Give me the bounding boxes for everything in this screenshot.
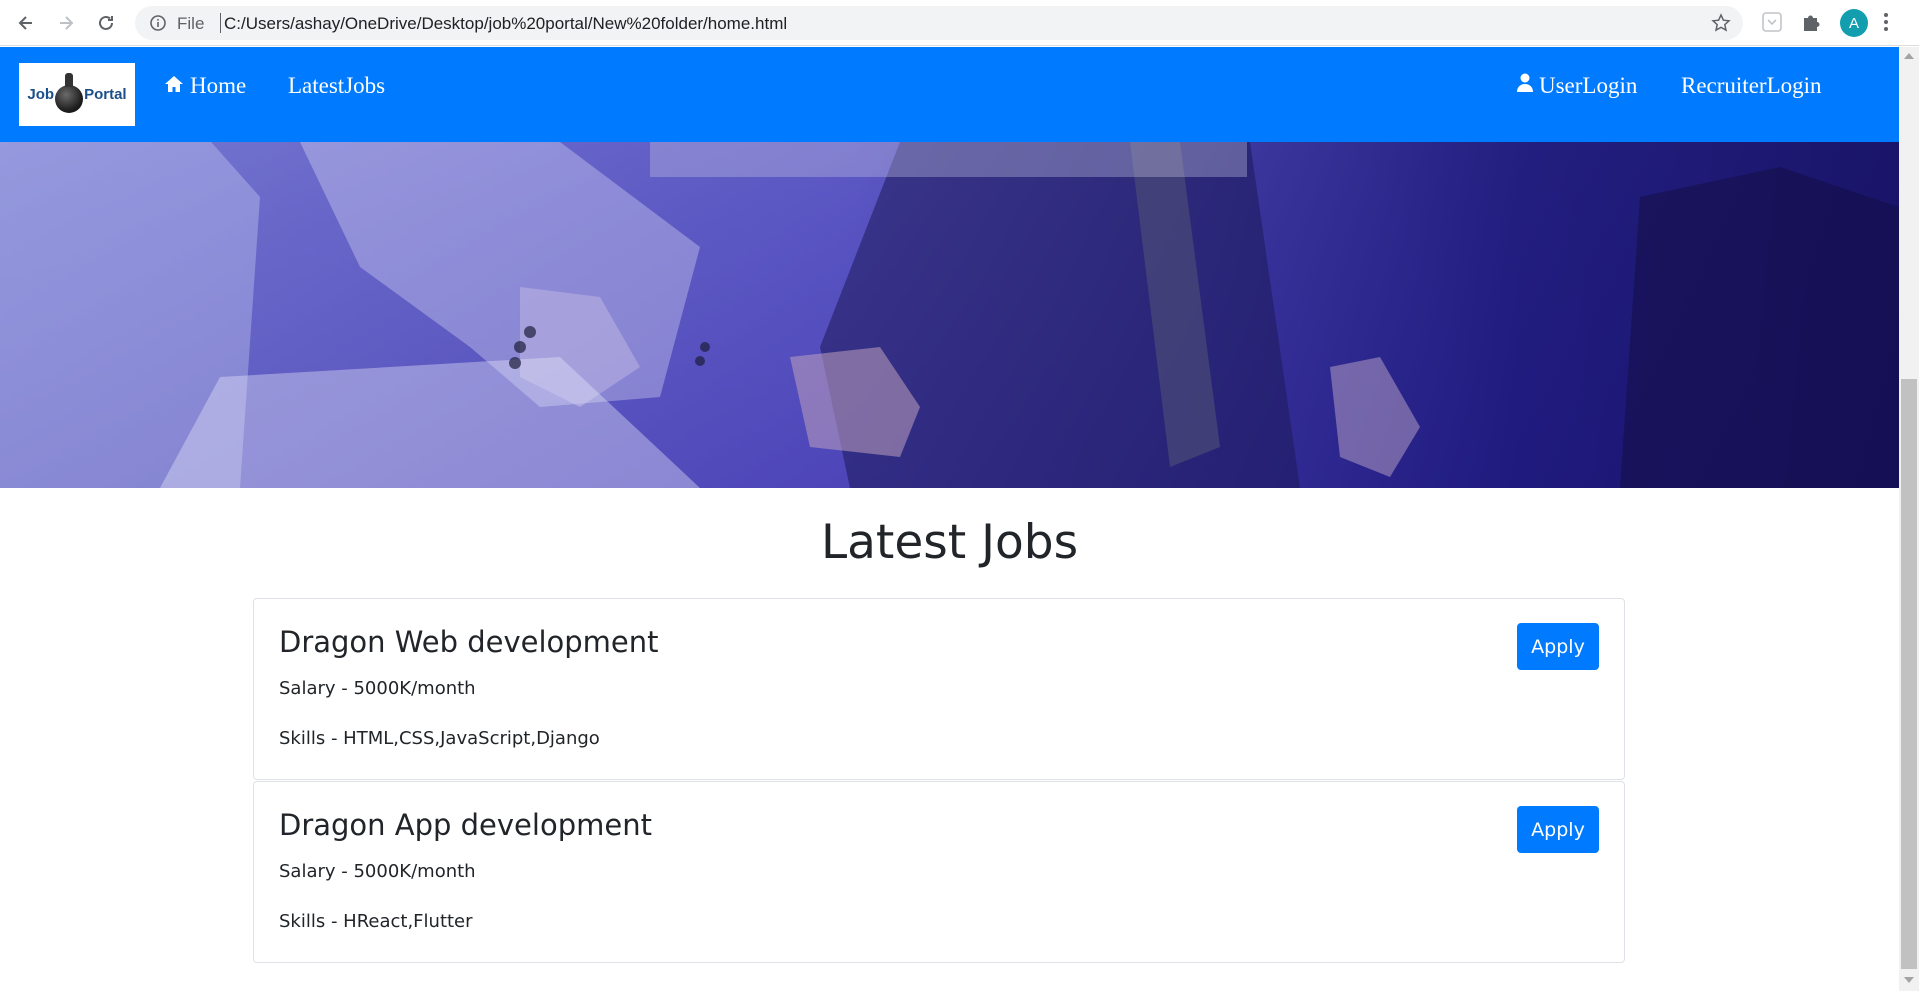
- scroll-up-arrow-icon[interactable]: [1904, 53, 1914, 59]
- url-separator: [220, 13, 221, 33]
- brand-word-job: Job: [27, 86, 55, 103]
- info-icon[interactable]: [149, 14, 167, 37]
- pocket-extension-icon[interactable]: [1762, 11, 1782, 38]
- nav-link-latestjobs[interactable]: LatestJobs: [288, 73, 385, 99]
- extensions-puzzle-icon[interactable]: [1800, 11, 1822, 38]
- page-viewport: Job Portal Home LatestJobs UserLogin Rec…: [0, 47, 1899, 991]
- top-navbar: Job Portal Home LatestJobs UserLogin Rec…: [0, 47, 1899, 142]
- vertical-scroll-thumb[interactable]: [1901, 379, 1917, 969]
- nav-link-label: Home: [190, 73, 247, 98]
- url-text[interactable]: C:/Users/ashay/OneDrive/Desktop/job%20po…: [224, 14, 787, 34]
- address-bar[interactable]: File C:/Users/ashay/OneDrive/Desktop/job…: [135, 6, 1743, 40]
- job-title: Dragon Web development: [279, 625, 659, 659]
- nav-link-label: RecruiterLogin: [1681, 73, 1822, 98]
- job-skills: Skills - HTML,CSS,JavaScript,Django: [279, 728, 600, 749]
- job-skills: Skills - HReact,Flutter: [279, 911, 473, 932]
- job-card: Dragon Web development Salary - 5000K/mo…: [253, 598, 1625, 780]
- browser-menu-icon[interactable]: [1882, 11, 1890, 33]
- nav-link-userlogin[interactable]: UserLogin: [1517, 73, 1637, 99]
- nav-link-home[interactable]: Home: [164, 73, 246, 99]
- browser-toolbar: File C:/Users/ashay/OneDrive/Desktop/job…: [0, 0, 1919, 46]
- job-portal-logo[interactable]: Job Portal: [19, 63, 135, 126]
- job-salary: Salary - 5000K/month: [279, 861, 476, 882]
- latest-jobs-heading: Latest Jobs: [820, 515, 1079, 570]
- apply-button[interactable]: Apply: [1517, 623, 1599, 670]
- nav-link-label: LatestJobs: [288, 73, 386, 98]
- forward-icon[interactable]: [53, 10, 79, 36]
- globe-icon: [55, 72, 84, 113]
- job-title: Dragon App development: [279, 808, 652, 842]
- brand-word-portal: Portal: [84, 86, 127, 103]
- nav-link-recruiterlogin[interactable]: RecruiterLogin: [1681, 73, 1822, 99]
- back-icon[interactable]: [13, 10, 39, 36]
- bookmark-star-icon[interactable]: [1711, 13, 1731, 38]
- nav-link-label: UserLogin: [1539, 73, 1638, 98]
- hero-overlay-panel: [650, 142, 1247, 177]
- home-icon: [164, 73, 184, 99]
- reload-icon[interactable]: [93, 10, 119, 36]
- brand-text: Job Portal: [27, 72, 127, 113]
- profile-initial: A: [1848, 14, 1859, 32]
- vertical-scrollbar[interactable]: [1899, 47, 1919, 991]
- profile-avatar[interactable]: A: [1840, 9, 1868, 37]
- job-salary: Salary - 5000K/month: [279, 678, 476, 699]
- scroll-down-arrow-icon[interactable]: [1904, 977, 1914, 983]
- user-icon: [1517, 73, 1533, 99]
- url-scheme-label: File: [177, 14, 205, 33]
- job-card: Dragon App development Salary - 5000K/mo…: [253, 781, 1625, 963]
- apply-button[interactable]: Apply: [1517, 806, 1599, 853]
